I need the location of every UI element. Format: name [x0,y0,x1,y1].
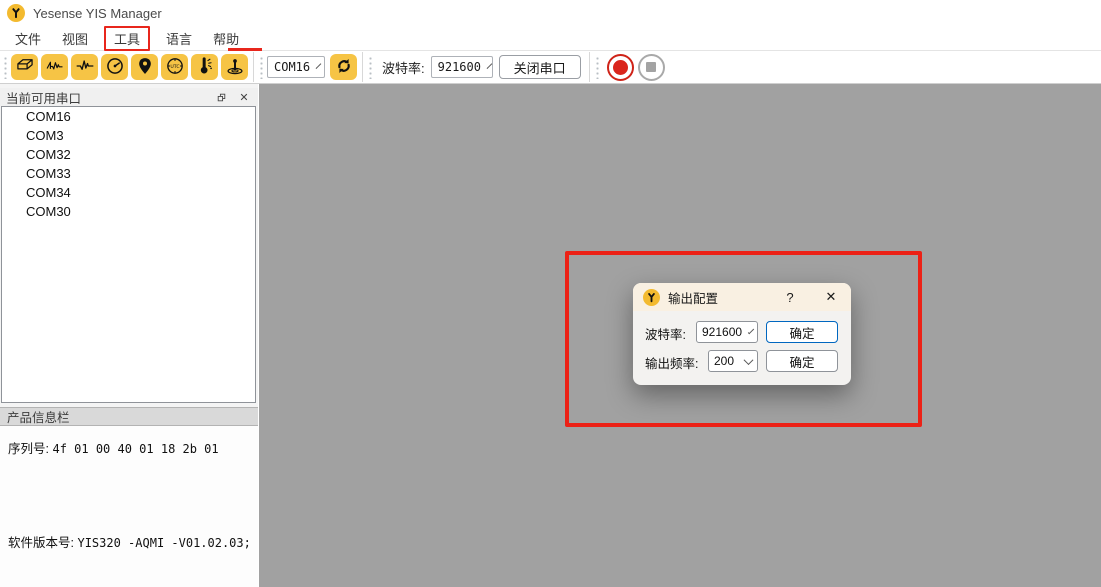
list-item-port[interactable]: COM16 [2,107,255,126]
svg-text:UTC: UTC [170,63,179,69]
angle-waveform-icon [45,56,65,79]
toolbar-drag-handle[interactable] [258,55,264,79]
list-item-port[interactable]: COM32 [2,145,255,164]
window-title: Yesense YIS Manager [33,6,162,21]
toolbar-drag-handle[interactable] [2,55,8,79]
product-info-panel: 序列号: 4f 01 00 40 01 18 2b 01 软件版本号: YIS3… [0,426,258,587]
temperature-button[interactable] [191,54,218,80]
output-frequency-confirm-button[interactable]: 确定 [766,350,838,372]
app-logo-icon [7,4,25,22]
port-select[interactable]: COM16 [267,56,325,78]
dock-title: 当前可用串口 [6,88,81,107]
refresh-icon [334,56,354,79]
menu-file[interactable]: 文件 [8,27,48,50]
port-select-value: COM16 [274,60,310,74]
attitude-wave-button[interactable] [41,54,68,80]
list-item-port[interactable]: COM30 [2,202,255,221]
serial-port-list: COM16 COM3 COM32 COM33 COM34 COM30 [1,106,256,403]
thermometer-icon [195,56,215,79]
serial-number-value: 4f 01 00 40 01 18 2b 01 [52,442,218,456]
menu-language[interactable]: 语言 [159,27,199,50]
refresh-ports-button[interactable] [330,54,357,80]
toolbar-drag-handle[interactable] [367,55,373,79]
chevron-down-icon [487,63,493,69]
output-frequency-row: 输出频率: 200 确定 [633,350,851,372]
baud-rate-select[interactable]: 921600 [431,56,493,78]
location-button[interactable] [131,54,158,80]
record-icon [613,60,628,75]
baud-rate-value: 921600 [702,325,742,339]
stop-icon [646,62,656,72]
product-info-title: 产品信息栏 [7,407,70,426]
3d-cube-icon [15,56,35,79]
toolbar-drag-handle[interactable] [594,55,600,79]
dialog-title: 输出配置 [668,288,718,307]
pulse-waveform-icon [75,56,95,79]
output-frequency-label: 输出频率: [645,353,698,372]
list-item-port[interactable]: COM34 [2,183,255,202]
toolbar-separator [362,52,363,82]
software-version-line: 软件版本号: YIS320 -AQMI -V01.02.03; [8,532,251,551]
output-config-dialog: 输出配置 ? ✕ 波特率: 921600 确定 输出频率: 200 确定 [633,283,851,385]
software-version-value: YIS320 -AQMI -V01.02.03; [77,536,250,550]
utc-clock-icon: UTC [165,56,185,79]
menu-help[interactable]: 帮助 [206,27,246,50]
chevron-down-icon [748,327,754,333]
serial-number-label: 序列号: [8,442,49,456]
baud-rate-label: 波特率: [382,58,425,77]
toolbar: UTC COM16 波特率: 921600 关闭串口 [0,51,1101,84]
output-frequency-select[interactable]: 200 [708,350,758,372]
menu-bar: 文件 视图 工具 语言 帮助 [0,26,1101,51]
toolbar-separator [589,52,590,82]
title-bar: Yesense YIS Manager [0,0,1101,26]
baud-rate-value: 921600 [438,60,481,74]
app-logo-icon [643,289,660,306]
gauge-button[interactable] [101,54,128,80]
joystick-icon [225,56,245,79]
toolbar-separator [253,52,254,82]
list-item-port[interactable]: COM33 [2,164,255,183]
location-pin-icon [135,56,155,79]
software-version-label: 软件版本号: [8,536,74,550]
chevron-down-icon [744,355,754,365]
dock-close-button[interactable]: ✕ [236,90,252,105]
baud-rate-select[interactable]: 921600 [696,321,758,343]
baud-rate-row: 波特率: 921600 确定 [633,321,851,343]
list-item-port[interactable]: COM3 [2,126,255,145]
stop-button[interactable] [638,54,665,81]
3d-view-button[interactable] [11,54,38,80]
baud-rate-confirm-button[interactable]: 确定 [766,321,838,343]
gauge-icon [105,56,125,79]
dialog-help-button[interactable]: ? [779,283,801,311]
output-frequency-value: 200 [714,354,734,368]
dock-float-button[interactable] [213,90,229,105]
dock-header: 当前可用串口 ✕ [0,88,258,106]
utc-clock-button[interactable]: UTC [161,54,188,80]
pulse-wave-button[interactable] [71,54,98,80]
menu-view[interactable]: 视图 [55,27,95,50]
record-button[interactable] [607,54,634,81]
serial-number-line: 序列号: 4f 01 00 40 01 18 2b 01 [8,438,219,457]
chevron-down-icon [316,63,322,69]
serial-port-dock: 当前可用串口 ✕ COM16 COM3 COM32 COM33 COM34 CO… [0,84,258,587]
dialog-close-button[interactable]: ✕ [819,283,843,311]
menu-tools[interactable]: 工具 [104,26,150,51]
baud-rate-label: 波特率: [645,324,686,343]
close-serial-port-button[interactable]: 关闭串口 [499,55,581,79]
product-info-header: 产品信息栏 [0,407,258,426]
float-window-icon [216,92,227,103]
joystick-button[interactable] [221,54,248,80]
